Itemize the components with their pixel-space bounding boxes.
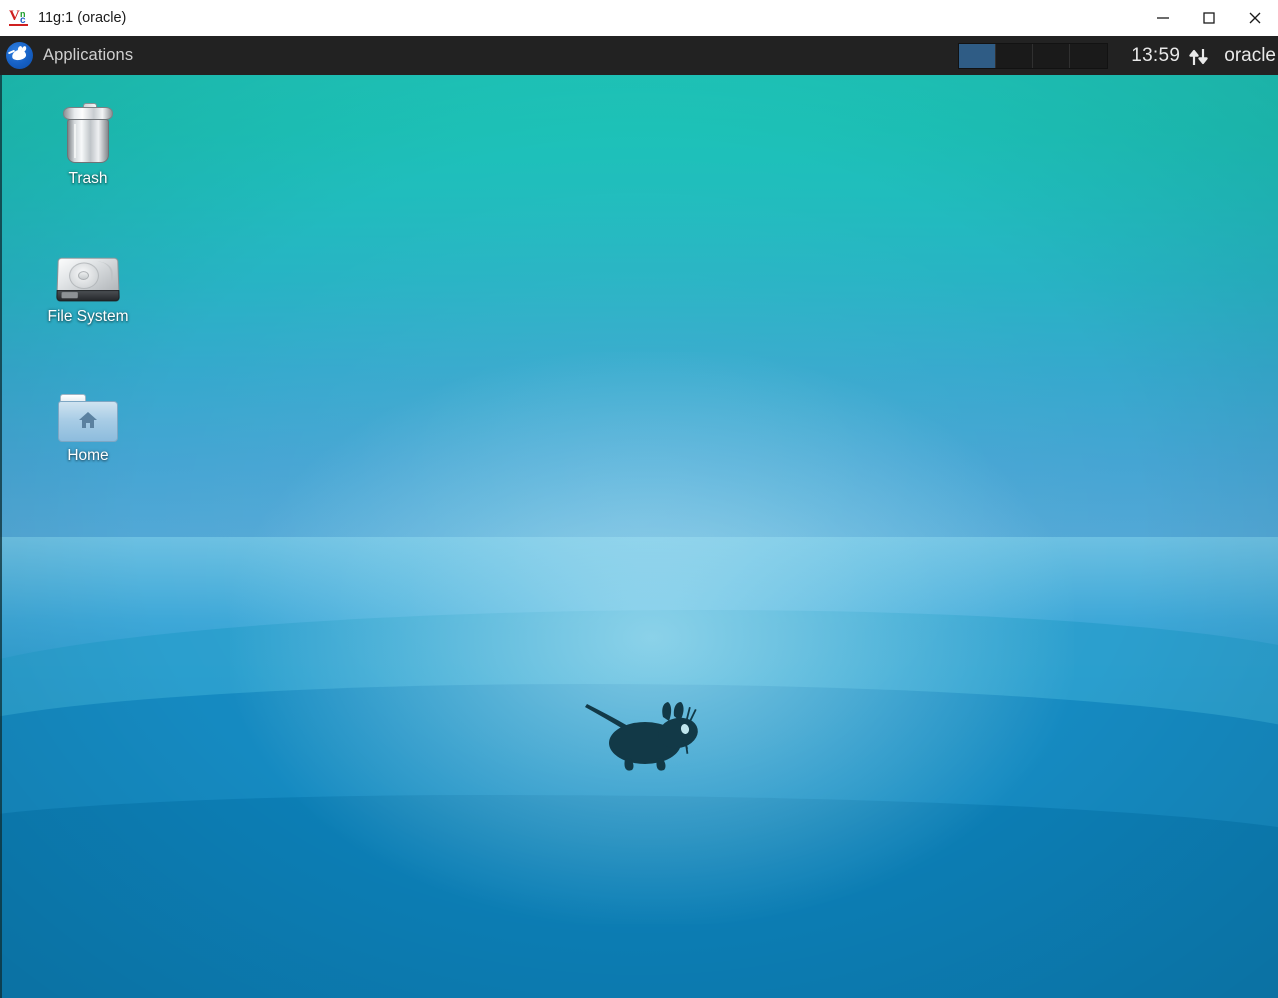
xfce-top-panel: Applications 13:59 oracle (0, 36, 1278, 75)
window-titlebar: V n c 11g:1 (oracle) (0, 0, 1278, 37)
wallpaper-vignette (0, 75, 1278, 998)
screen-left-edge (0, 75, 2, 998)
applications-menu-button[interactable]: Applications (0, 36, 145, 75)
window-title: 11g:1 (oracle) (38, 0, 126, 36)
panel-username[interactable]: oracle (1224, 45, 1278, 67)
desktop-icon-label: Trash (33, 170, 143, 188)
panel-clock[interactable]: 13:59 (1131, 45, 1180, 67)
network-updown-icon[interactable] (1188, 43, 1214, 69)
screen: V n c 11g:1 (oracle) Applications 13:59 … (0, 0, 1278, 998)
trash-can-icon (33, 103, 143, 165)
home-folder-icon (33, 380, 143, 442)
hard-drive-icon (33, 241, 143, 303)
workspace-4[interactable] (1070, 44, 1107, 68)
workspace-3[interactable] (1033, 44, 1070, 68)
close-button[interactable] (1232, 0, 1278, 36)
virtualbox-icon: V n c (9, 8, 29, 28)
desktop-icon-label: File System (33, 308, 143, 326)
minimize-button[interactable] (1140, 0, 1186, 36)
workspace-2[interactable] (996, 44, 1033, 68)
desktop-area[interactable]: Trash File System Home (0, 75, 1278, 998)
applications-menu-label: Applications (43, 46, 133, 65)
maximize-button[interactable] (1186, 0, 1232, 36)
desktop-icon-filesystem[interactable]: File System (33, 241, 143, 326)
workspace-switcher[interactable] (958, 43, 1108, 69)
desktop-icon-label: Home (33, 447, 143, 465)
workspace-1[interactable] (959, 44, 996, 68)
desktop-icon-trash[interactable]: Trash (33, 103, 143, 188)
desktop-icon-home[interactable]: Home (33, 380, 143, 465)
xfce-mouse-icon (6, 42, 33, 69)
xfce-mouse-watermark (575, 687, 705, 777)
